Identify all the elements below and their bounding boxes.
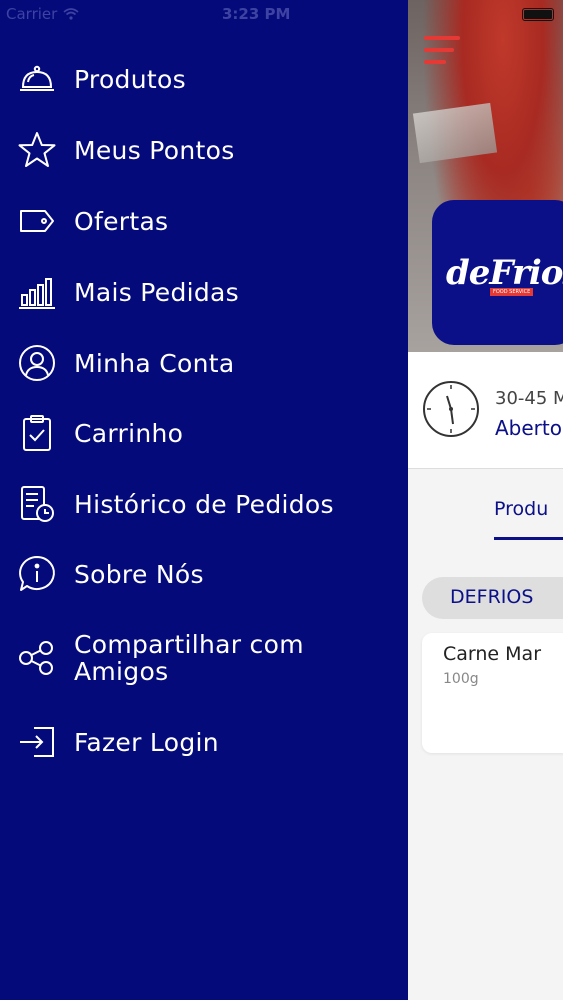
product-name: Carne Mar	[443, 643, 542, 665]
open-status: Aberto	[495, 416, 562, 440]
product-card[interactable]: Carne Mar 100g	[422, 633, 563, 753]
delivery-time: 30-45 M	[495, 388, 563, 409]
product-weight: 100g	[443, 671, 479, 687]
history-icon	[18, 485, 56, 523]
tab-bar: Produ	[408, 470, 563, 542]
cutting-board	[412, 102, 498, 164]
menu-item-sobre-nos[interactable]: Sobre Nós	[0, 544, 408, 604]
menu-item-minha-conta[interactable]: Minha Conta	[0, 333, 408, 393]
tag-icon	[18, 202, 56, 240]
tab-produtos[interactable]: Produ	[494, 498, 548, 520]
status-time: 3:23 PM	[222, 5, 291, 23]
battery-icon	[522, 8, 554, 21]
menu-item-label: Ofertas	[74, 206, 169, 236]
share-icon	[18, 639, 56, 677]
wifi-icon	[63, 8, 79, 20]
menu-item-label: Produtos	[74, 64, 186, 94]
menu-item-label: Sobre Nós	[74, 559, 204, 589]
clock-icon	[423, 381, 479, 437]
menu-item-fazer-login[interactable]: Fazer Login	[0, 712, 408, 772]
login-icon	[18, 723, 56, 761]
menu-item-mais-pedidas[interactable]: Mais Pedidas	[0, 262, 408, 322]
star-icon	[18, 131, 56, 169]
user-circle-icon	[18, 344, 56, 382]
store-screen: deFrios FOOD SERVICE 30-45 M Aberto Prod…	[408, 0, 563, 1000]
store-logo: deFrios FOOD SERVICE	[432, 200, 563, 345]
clipboard-check-icon	[18, 414, 56, 452]
logo-subtext: FOOD SERVICE	[490, 288, 534, 296]
menu-item-compartilhar[interactable]: Compartilhar com Amigos	[0, 628, 408, 688]
info-bubble-icon	[18, 555, 56, 593]
menu-item-produtos[interactable]: Produtos	[0, 49, 408, 109]
menu-item-label: Minha Conta	[74, 348, 235, 378]
menu-item-label: Meus Pontos	[74, 135, 235, 165]
store-info: 30-45 M Aberto	[408, 352, 563, 469]
menu-item-label: Compartilhar com Amigos	[74, 630, 304, 686]
logo-text: deFrios	[446, 252, 563, 293]
cloche-icon	[18, 60, 56, 98]
menu-item-meus-pontos[interactable]: Meus Pontos	[0, 120, 408, 180]
menu-item-label: Carrinho	[74, 418, 184, 448]
menu-item-ofertas[interactable]: Ofertas	[0, 191, 408, 251]
bar-chart-icon	[18, 273, 56, 311]
category-chip-label: DEFRIOS	[450, 586, 534, 608]
status-carrier: Carrier	[6, 5, 79, 23]
menu-item-label: Fazer Login	[74, 727, 219, 757]
nav-drawer: Carrier 3:23 PM Produtos Meus Pontos Ofe…	[0, 0, 408, 1000]
menu-item-carrinho[interactable]: Carrinho	[0, 403, 408, 463]
category-chip[interactable]: DEFRIOS	[422, 577, 563, 619]
menu-item-label: Histórico de Pedidos	[74, 489, 334, 519]
menu-item-label: Mais Pedidas	[74, 277, 240, 307]
menu-item-historico[interactable]: Histórico de Pedidos	[0, 474, 408, 534]
tab-indicator	[494, 537, 563, 540]
menu-icon[interactable]	[424, 36, 460, 66]
